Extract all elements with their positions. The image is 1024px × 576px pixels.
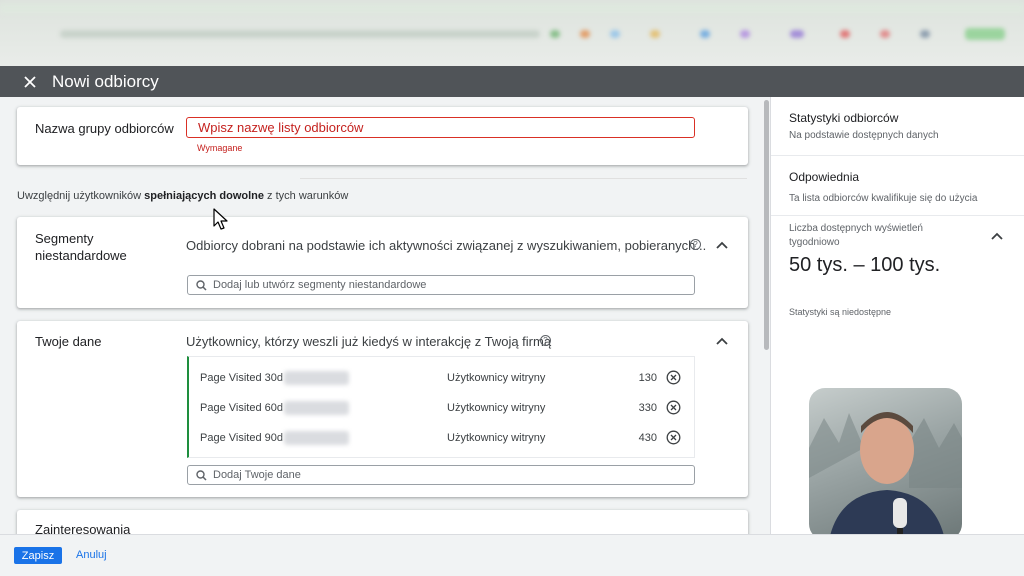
list-item: Page Visited 90d Użytkownicy witryny 430: [189, 423, 695, 453]
your-data-title: Twoje dane: [35, 334, 102, 349]
required-error: Wymagane: [197, 143, 243, 153]
your-data-search-placeholder: Dodaj Twoje dane: [213, 469, 301, 481]
list-item-name: Page Visited 30d: [200, 372, 283, 384]
list-item-name: Page Visited 90d: [200, 432, 283, 444]
list-item: Page Visited 30d Użytkownicy witryny 130: [189, 363, 695, 393]
browser-chrome-blurred: [0, 0, 1024, 66]
redacted-text: [284, 431, 349, 445]
dialog-header: Nowi odbiorcy: [0, 66, 1024, 97]
divider: [300, 178, 747, 179]
condition-hint: Uwzględnij użytkowników spełniających do…: [17, 190, 348, 202]
webcam-overlay: [809, 388, 962, 540]
your-data-list: Page Visited 30d Użytkownicy witryny 130…: [187, 356, 695, 458]
custom-segments-search-input[interactable]: Dodaj lub utwórz segmenty niestandardowe: [187, 275, 695, 295]
stats-unavailable: Statystyki są niedostępne: [789, 307, 892, 317]
your-data-card: Twoje dane Użytkownicy, którzy weszli ju…: [17, 321, 748, 497]
hint-suffix: z tych warunków: [264, 190, 349, 202]
mouse-cursor: [213, 208, 228, 230]
search-icon: [196, 279, 207, 291]
custom-segments-description: Odbiorcy dobrani na podstawie ich aktywn…: [186, 238, 707, 253]
presenter-video: [809, 412, 962, 540]
help-circle-icon[interactable]: ?: [540, 335, 551, 346]
remove-circle-icon[interactable]: [666, 430, 681, 445]
eligibility-status: Odpowiednia: [789, 170, 860, 184]
main-scrollbar[interactable]: [764, 100, 769, 350]
list-item-count: 330: [638, 402, 657, 414]
list-item-type: Użytkownicy witryny: [447, 432, 546, 444]
list-item-count: 130: [638, 372, 657, 384]
custom-segments-title: Segmenty niestandardowe: [35, 230, 127, 264]
your-data-description: Użytkownicy, którzy weszli już kiedyś w …: [186, 334, 552, 349]
search-icon: [196, 469, 207, 481]
list-item-type: Użytkownicy witryny: [447, 372, 546, 384]
hint-prefix: Uwzględnij użytkowników: [17, 190, 145, 202]
redacted-text: [284, 401, 349, 415]
interests-title: Zainteresowania: [35, 522, 131, 534]
custom-segments-title-line1: Segmenty: [35, 231, 94, 246]
list-item-name: Page Visited 60d: [200, 402, 283, 414]
audience-name-input[interactable]: Wpisz nazwę listy odbiorców: [186, 117, 695, 138]
list-item: Page Visited 60d Użytkownicy witryny 330: [189, 393, 695, 423]
list-item-type: Użytkownicy witryny: [447, 402, 546, 414]
interests-card[interactable]: Zainteresowania: [17, 510, 748, 534]
stats-title: Statystyki odbiorców: [789, 111, 899, 125]
chevron-up-icon[interactable]: [715, 334, 729, 348]
stats-subtitle: Na podstawie dostępnych danych: [789, 130, 939, 141]
save-button[interactable]: Zapisz: [14, 547, 62, 564]
custom-segments-card: Segmenty niestandardowe Odbiorcy dobrani…: [17, 217, 748, 308]
custom-segments-title-line2: niestandardowe: [35, 248, 127, 263]
impressions-label: Liczba dostępnych wyświetleń tygodniowo: [789, 223, 923, 248]
audience-name-card: Nazwa grupy odbiorców Wpisz nazwę listy …: [17, 107, 748, 165]
close-icon[interactable]: [20, 72, 40, 92]
your-data-search-input[interactable]: Dodaj Twoje dane: [187, 465, 695, 485]
list-item-count: 430: [638, 432, 657, 444]
remove-circle-icon[interactable]: [666, 370, 681, 385]
impressions-value: 50 tys. – 100 tys.: [789, 254, 941, 276]
divider: [771, 215, 1024, 216]
remove-circle-icon[interactable]: [666, 400, 681, 415]
hint-bold: spełniających dowolne: [144, 190, 264, 202]
dialog-title: Nowi odbiorcy: [52, 71, 159, 91]
cancel-button[interactable]: Anuluj: [76, 549, 107, 561]
help-circle-icon[interactable]: ?: [690, 239, 701, 250]
eligibility-description: Ta lista odbiorców kwalifikuje się do uż…: [789, 193, 978, 204]
audience-name-label: Nazwa grupy odbiorców: [35, 121, 174, 136]
main-content[interactable]: Nazwa grupy odbiorców Wpisz nazwę listy …: [0, 97, 770, 534]
divider: [771, 155, 1024, 156]
custom-segments-search-placeholder: Dodaj lub utwórz segmenty niestandardowe: [213, 279, 427, 291]
redacted-text: [284, 371, 349, 385]
chevron-up-icon[interactable]: [715, 238, 729, 252]
dialog-footer: Zapisz Anuluj: [0, 534, 1024, 576]
chevron-up-icon[interactable]: [990, 229, 1004, 243]
